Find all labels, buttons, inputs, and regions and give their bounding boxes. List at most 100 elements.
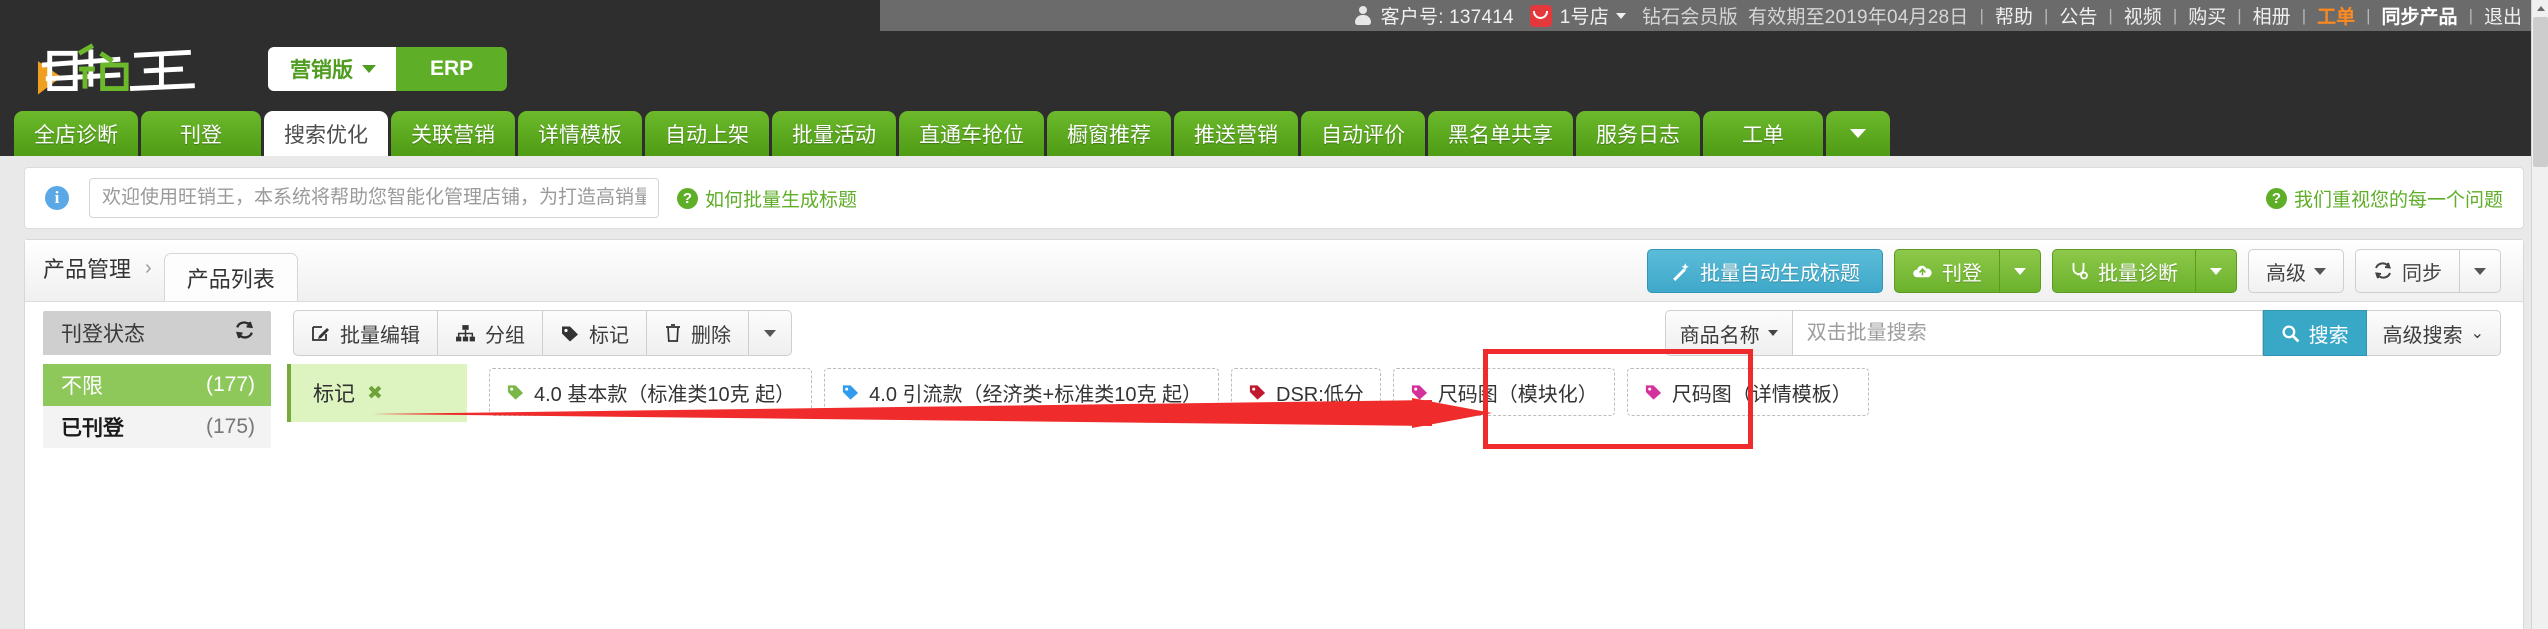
search-field-select[interactable]: 商品名称	[1664, 310, 1793, 356]
button-label: 高级	[2266, 262, 2306, 285]
advanced-search-button[interactable]: 高级搜索 ⌄	[2366, 310, 2501, 356]
topbar-link-announcement[interactable]: 公告	[2059, 2, 2097, 29]
sidebar-title: 刊登状态	[61, 323, 145, 346]
separator: |	[2366, 5, 2371, 25]
shop-name-label[interactable]: 1号店	[1560, 2, 1609, 29]
separator: |	[2468, 5, 2473, 25]
bulk-diagnose-button[interactable]: 批量诊断	[2052, 249, 2195, 293]
nav-item-auto-review[interactable]: 自动评价	[1301, 111, 1425, 156]
search-group: 商品名称 搜索 高级搜索 ⌄	[1664, 310, 2501, 356]
sidebar-item-label: 不限	[61, 375, 103, 398]
we-value-questions-link[interactable]: ? 我们重视您的每一个问题	[2265, 185, 2503, 212]
chevron-down-icon	[2014, 267, 2026, 275]
nav-more-button[interactable]	[1826, 111, 1890, 156]
tag-item[interactable]: 尺码图（模块化）	[1392, 368, 1615, 416]
erp-button[interactable]: ERP	[396, 46, 508, 91]
chevron-down-icon	[2474, 267, 2486, 275]
shop-chevron-down-icon[interactable]	[1615, 12, 1626, 19]
how-to-generate-title-link[interactable]: ? 如何批量生成标题	[677, 185, 857, 212]
tag-item[interactable]: DSR:低分	[1231, 368, 1381, 416]
nav-label: 搜索优化	[284, 123, 368, 147]
nav-item-related-marketing[interactable]: 关联营销	[391, 111, 515, 156]
tag-button[interactable]: 标记	[543, 310, 647, 356]
diagnose-split-button: 批量诊断	[2052, 249, 2237, 293]
nav-item-service-log[interactable]: 服务日志	[1576, 111, 1700, 156]
chevron-down-icon	[2210, 267, 2222, 275]
question-icon: ?	[2265, 187, 2287, 209]
nav-item-blacklist-share[interactable]: 黑名单共享	[1428, 111, 1573, 156]
bulk-generate-title-button[interactable]: 批量自动生成标题	[1647, 249, 1883, 293]
topbar-link-logout[interactable]: 退出	[2484, 2, 2522, 29]
sync-dropdown-button[interactable]	[2459, 249, 2501, 293]
panel-actions: 批量自动生成标题 刊登 批量诊断 高级 同步	[1647, 249, 2523, 301]
tag-filter-chip[interactable]: 标记 ✖	[287, 364, 467, 422]
nav-item-push-marketing[interactable]: 推送营销	[1174, 111, 1298, 156]
group-button[interactable]: 分组	[438, 310, 543, 356]
bulk-edit-button[interactable]: 批量编辑	[293, 310, 438, 356]
nav-item-bulk-activity[interactable]: 批量活动	[772, 111, 896, 156]
advanced-button[interactable]: 高级	[2248, 249, 2344, 293]
sidebar-item-unlimited[interactable]: 不限 (177)	[43, 364, 271, 406]
nav-item-store-diagnosis[interactable]: 全店诊断	[14, 111, 138, 156]
nav-item-direct-train[interactable]: 直通车抢位	[899, 111, 1044, 156]
refresh-icon[interactable]	[234, 320, 255, 346]
version-button[interactable]: 营销版	[268, 46, 396, 91]
version-switcher: 营销版 ERP	[268, 46, 508, 91]
nav-label: 批量活动	[792, 123, 876, 147]
nav-item-detail-template[interactable]: 详情模板	[518, 111, 642, 156]
breadcrumb-separator: ›	[145, 256, 152, 279]
tag-list: 4.0 基本款（标准类10克 起） 4.0 引流款（经济类+标准类10克 起） …	[489, 364, 1869, 416]
magic-wand-icon	[1670, 261, 1691, 282]
breadcrumb-root[interactable]: 产品管理	[43, 252, 131, 284]
tag-icon	[1248, 383, 1267, 401]
nav-item-search-optimization[interactable]: 搜索优化	[264, 111, 388, 156]
close-icon[interactable]: ✖	[367, 382, 383, 405]
bulk-more-dropdown-button[interactable]	[749, 310, 792, 356]
topbar-link-ticket[interactable]: 工单	[2317, 2, 2355, 29]
search-input[interactable]	[1792, 310, 2263, 356]
scroll-up-arrow-icon[interactable]	[2532, 0, 2548, 17]
topbar-link-buy[interactable]: 购买	[2188, 2, 2226, 29]
sidebar-header: 刊登状态	[43, 311, 271, 355]
publish-button[interactable]: 刊登	[1894, 249, 1999, 293]
tag-icon	[506, 383, 525, 401]
status-sidebar: 不限 (177) 已刊登 (175)	[43, 364, 271, 448]
nav-item-work-order[interactable]: 工单	[1703, 111, 1823, 156]
sidebar-item-published[interactable]: 已刊登 (175)	[43, 406, 271, 448]
topbar-link-video[interactable]: 视频	[2124, 2, 2162, 29]
tab-product-list[interactable]: 产品列表	[163, 253, 298, 301]
sync-button[interactable]: 同步	[2355, 249, 2459, 293]
tag-icon	[1410, 383, 1429, 401]
nav-item-auto-listing[interactable]: 自动上架	[645, 111, 769, 156]
topbar-link-album[interactable]: 相册	[2253, 2, 2291, 29]
search-button[interactable]: 搜索	[2262, 310, 2367, 356]
nav-item-publish[interactable]: 刊登	[141, 111, 261, 156]
search-icon	[2281, 324, 2300, 343]
tag-item[interactable]: 4.0 基本款（标准类10克 起）	[489, 368, 813, 416]
tag-item[interactable]: 尺码图（详情模板）	[1626, 368, 1869, 416]
diagnose-dropdown-button[interactable]	[2195, 249, 2237, 293]
tag-filter-label: 标记	[313, 383, 355, 406]
page-scrollbar[interactable]	[2531, 0, 2548, 629]
separator: |	[2108, 5, 2113, 25]
delete-button[interactable]: 删除	[647, 310, 749, 356]
publish-dropdown-button[interactable]	[1999, 249, 2041, 293]
link-label: 我们重视您的每一个问题	[2293, 189, 2503, 211]
nav-label: 全店诊断	[34, 123, 118, 147]
nav-label: 黑名单共享	[1448, 123, 1553, 147]
tag-label: 尺码图（详情模板）	[1671, 383, 1852, 406]
shop-logo-icon	[1529, 4, 1552, 27]
user-icon	[1355, 6, 1372, 25]
customer-id-label: 客户号: 137414	[1380, 7, 1514, 28]
panel-body: 不限 (177) 已刊登 (175) 标记 ✖ 4.0 基本款（标准类10克 起…	[25, 364, 2523, 448]
brand-logo[interactable]	[36, 41, 232, 97]
tag-label: DSR:低分	[1276, 383, 1364, 406]
welcome-message-input[interactable]	[89, 178, 659, 218]
stethoscope-icon	[2070, 261, 2089, 281]
scrollbar-thumb[interactable]	[2533, 17, 2548, 167]
tag-item[interactable]: 4.0 引流款（经济类+标准类10克 起）	[824, 368, 1220, 416]
separator: |	[1979, 5, 1984, 25]
topbar-link-sync-products[interactable]: 同步产品	[2382, 2, 2458, 29]
nav-item-window-recommend[interactable]: 橱窗推荐	[1047, 111, 1171, 156]
topbar-link-help[interactable]: 帮助	[1995, 2, 2033, 29]
